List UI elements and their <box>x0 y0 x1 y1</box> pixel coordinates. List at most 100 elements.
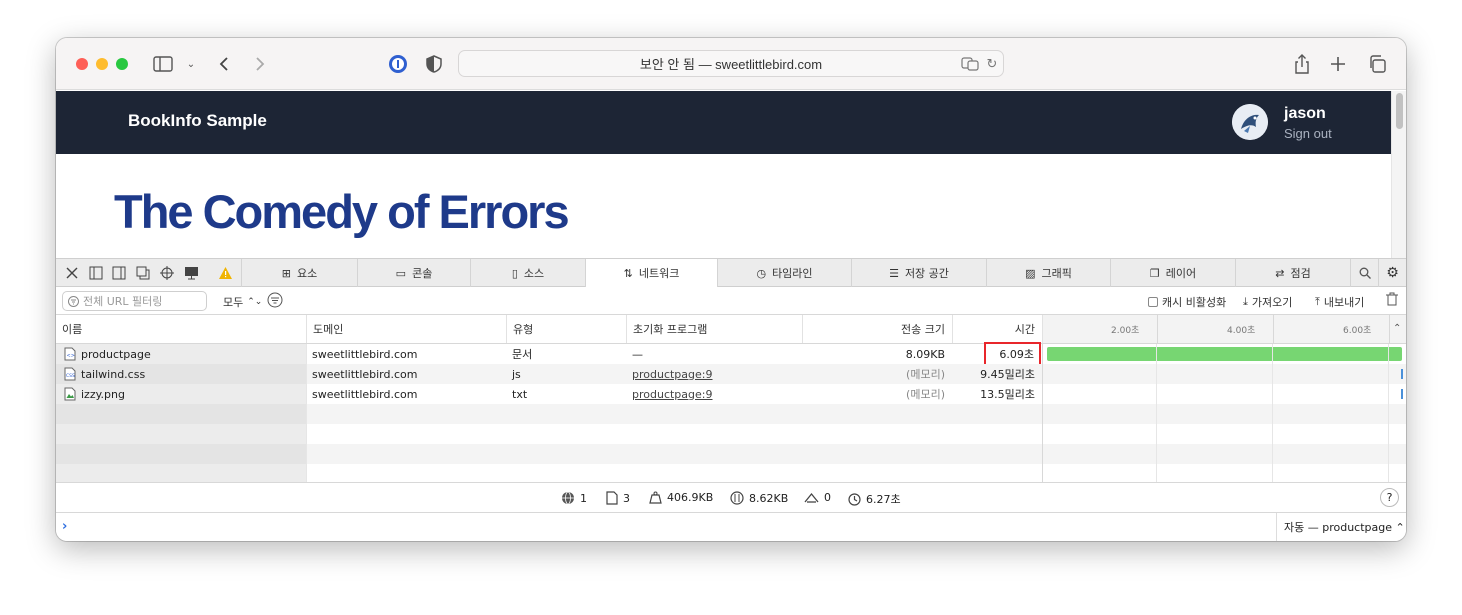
execution-context-label: 자동 — productpage ⌃ <box>1284 521 1405 534</box>
devtools-search-icon[interactable] <box>1350 259 1378 287</box>
tab-label: 그래픽 <box>1041 267 1072 280</box>
css-file-icon: CSS <box>64 367 76 381</box>
resource-type-select[interactable]: 모두 ⌃⌄ <box>223 294 262 310</box>
transfer-icon <box>730 491 744 505</box>
help-icon[interactable]: ? <box>1380 488 1399 507</box>
chevron-down-icon[interactable]: ⌄ <box>184 52 198 76</box>
new-tab-icon[interactable] <box>1328 52 1348 76</box>
svg-text:CSS: CSS <box>66 373 75 379</box>
reload-icon[interactable]: ↻ <box>984 52 1000 76</box>
domain-cell: sweetlittlebird.com <box>312 347 418 361</box>
initiator-cell: — <box>632 347 643 361</box>
device-icon[interactable] <box>182 264 200 282</box>
collapse-up-icon[interactable]: ⌃ <box>1393 323 1401 334</box>
column-time-header[interactable]: 시간 <box>952 315 1042 343</box>
address-bar[interactable]: 보안 안 됨 — sweetlittlebird.com <box>458 50 1004 77</box>
zoom-window-button[interactable] <box>116 58 128 70</box>
tab-graphics[interactable]: ▨ 그래픽 <box>986 259 1110 287</box>
tab-audit[interactable]: ⇄ 점검 <box>1235 259 1350 287</box>
url-filter-placeholder: 전체 URL 필터링 <box>83 295 163 308</box>
dock-left-icon[interactable] <box>87 264 105 282</box>
resources-value: 3 <box>623 491 630 505</box>
minimize-window-button[interactable] <box>96 58 108 70</box>
disable-cache-checkbox[interactable]: 캐시 비활성화 <box>1148 294 1226 310</box>
name-cell: izzy.png <box>56 384 306 404</box>
svg-text:<>: <> <box>67 353 75 359</box>
resource-size: 406.9KB <box>649 491 713 504</box>
document-file-icon: <> <box>64 347 76 361</box>
column-label: 시간 <box>1014 323 1035 336</box>
tab-elements[interactable]: ⊞ 요소 <box>241 259 357 287</box>
password-manager-icon[interactable] <box>387 52 409 76</box>
column-type-header[interactable]: 유형 <box>506 315 626 343</box>
column-transfer-size-header[interactable]: 전송 크기 <box>802 315 952 343</box>
page-scrollbar[interactable] <box>1391 91 1406 258</box>
initiator-link[interactable]: productpage:9 <box>632 384 713 404</box>
column-domain-header[interactable]: 도메인 <box>306 315 506 343</box>
warning-icon[interactable] <box>216 264 234 282</box>
time-cell: 13.5밀리초 <box>980 388 1035 401</box>
resource-name: tailwind.css <box>81 367 146 381</box>
close-window-button[interactable] <box>76 58 88 70</box>
close-devtools-icon[interactable] <box>63 264 81 282</box>
sign-out-link[interactable]: Sign out <box>1284 126 1332 141</box>
transferred-value: 8.62KB <box>749 491 789 505</box>
column-name-header[interactable]: 이름 <box>56 315 306 343</box>
sources-icon: ▯ <box>511 266 518 280</box>
console-prompt-bar: › 자동 — productpage ⌃ <box>56 512 1406 541</box>
table-row[interactable]: CSS tailwind.css sweetlittlebird.com js … <box>56 364 1406 384</box>
export-button[interactable]: ⤒ 내보내기 <box>1315 294 1364 310</box>
url-filter-input[interactable]: 전체 URL 필터링 <box>62 291 207 311</box>
initiator-link[interactable]: productpage:9 <box>632 364 713 384</box>
tab-network[interactable]: ⇅ 네트워크 <box>585 259 717 288</box>
column-initiator-header[interactable]: 초기화 프로그램 <box>626 315 802 343</box>
type-cell: txt <box>512 387 528 401</box>
address-text: 보안 안 됨 — sweetlittlebird.com <box>639 57 823 72</box>
back-icon[interactable] <box>214 52 234 76</box>
tab-overview-icon[interactable] <box>1367 52 1387 76</box>
tab-console[interactable]: ▭ 콘솔 <box>357 259 470 287</box>
clock-icon <box>848 492 861 506</box>
table-row[interactable]: izzy.png sweetlittlebird.com txt product… <box>56 384 1406 404</box>
site-brand[interactable]: BookInfo Sample <box>128 111 267 131</box>
table-row[interactable]: <> productpage sweetlittlebird.com 문서 — … <box>56 342 1406 366</box>
console-icon: ▭ <box>395 266 407 280</box>
page-title: The Comedy of Errors <box>114 185 570 238</box>
privacy-shield-icon[interactable] <box>424 52 444 76</box>
load-time-value: 6.27초 <box>866 493 901 506</box>
forward-icon[interactable] <box>250 52 270 76</box>
tab-layers[interactable]: ❐ 레이어 <box>1110 259 1235 287</box>
tab-storage[interactable]: ☰ 저장 공간 <box>851 259 986 287</box>
waterfall-gridline <box>1272 344 1273 482</box>
translate-icon[interactable] <box>960 52 980 76</box>
scrollbar-thumb[interactable] <box>1396 93 1403 129</box>
layers-icon: ❐ <box>1149 266 1160 280</box>
time-cell: 9.45밀리초 <box>980 368 1035 381</box>
load-time: 6.27초 <box>848 491 901 507</box>
waterfall-divider <box>1157 315 1158 343</box>
graphics-icon: ▨ <box>1025 266 1036 280</box>
weight-icon <box>649 491 662 504</box>
tab-sources[interactable]: ▯ 소스 <box>470 259 585 287</box>
resource-name: izzy.png <box>81 387 125 401</box>
checkbox-box[interactable] <box>1148 297 1158 307</box>
dock-right-icon[interactable] <box>110 264 128 282</box>
resource-name: productpage <box>81 347 151 361</box>
undock-icon[interactable] <box>134 264 152 282</box>
sidebar-toggle-icon[interactable] <box>152 52 174 76</box>
console-prompt-icon[interactable]: › <box>62 519 67 534</box>
document-icon <box>606 491 618 505</box>
tab-timeline[interactable]: ◷ 타임라인 <box>717 259 851 287</box>
share-icon[interactable] <box>1292 52 1312 76</box>
import-button[interactable]: ⤓ 가져오기 <box>1243 294 1292 310</box>
disable-cache-label: 캐시 비활성화 <box>1162 296 1227 309</box>
domain-cell: sweetlittlebird.com <box>312 367 418 381</box>
devtools-settings-gear-icon[interactable]: ⚙ <box>1378 259 1406 287</box>
type-cell: js <box>512 367 521 381</box>
inspect-crosshair-icon[interactable] <box>158 264 176 282</box>
select-arrows-icon: ⌃⌄ <box>247 297 263 307</box>
filter-options-icon[interactable] <box>267 292 283 308</box>
waterfall-tick: 6.00초 <box>1343 325 1372 336</box>
clear-trash-icon[interactable] <box>1386 292 1398 306</box>
execution-context-select[interactable]: 자동 — productpage ⌃ <box>1276 513 1405 541</box>
